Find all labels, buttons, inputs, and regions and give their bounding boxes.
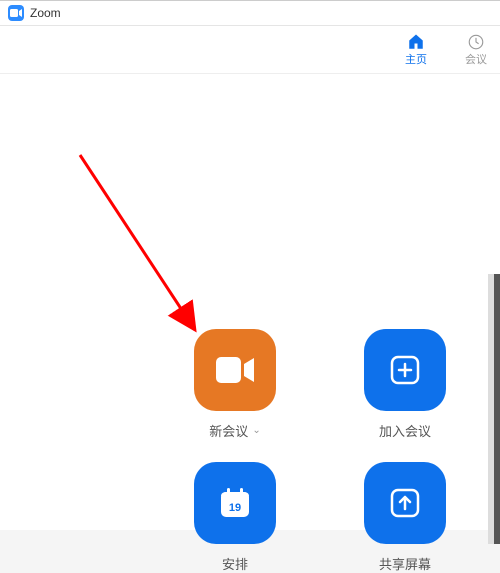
- plus-icon: [390, 355, 420, 385]
- action-grid: 新会议 ⌄ 加入会议: [175, 329, 465, 573]
- top-nav: 主页 会议: [0, 26, 500, 74]
- share-up-icon: [390, 488, 420, 518]
- right-panel-dark: [494, 274, 500, 544]
- new-meeting-button[interactable]: [194, 329, 276, 411]
- share-screen-button[interactable]: [364, 462, 446, 544]
- new-meeting-label: 新会议: [209, 421, 248, 440]
- calendar-icon: 19: [218, 486, 252, 520]
- nav-meetings-label: 会议: [465, 51, 487, 67]
- nav-home-label: 主页: [405, 51, 427, 67]
- calendar-day: 19: [229, 502, 241, 514]
- annotation-arrow: [75, 150, 215, 350]
- chevron-down-icon: ⌄: [252, 425, 260, 436]
- tile-new-meeting: 新会议 ⌄: [175, 329, 295, 440]
- tile-schedule: 19 安排: [175, 462, 295, 573]
- join-button[interactable]: [364, 329, 446, 411]
- share-label: 共享屏幕: [379, 554, 431, 573]
- nav-meetings[interactable]: 会议: [456, 33, 496, 67]
- app-title: Zoom: [30, 6, 61, 20]
- titlebar: Zoom: [0, 0, 500, 26]
- main-content: 新会议 ⌄ 加入会议: [0, 74, 500, 530]
- nav-home[interactable]: 主页: [396, 33, 436, 67]
- clock-icon: [467, 33, 485, 51]
- video-icon: [216, 356, 254, 384]
- new-meeting-label-row[interactable]: 新会议 ⌄: [209, 421, 260, 440]
- schedule-label: 安排: [222, 554, 248, 573]
- tile-join: 加入会议: [345, 329, 465, 440]
- tile-share: 共享屏幕: [345, 462, 465, 573]
- schedule-button[interactable]: 19: [194, 462, 276, 544]
- join-label: 加入会议: [379, 421, 431, 440]
- home-icon: [407, 33, 425, 51]
- zoom-app-icon: [8, 5, 24, 21]
